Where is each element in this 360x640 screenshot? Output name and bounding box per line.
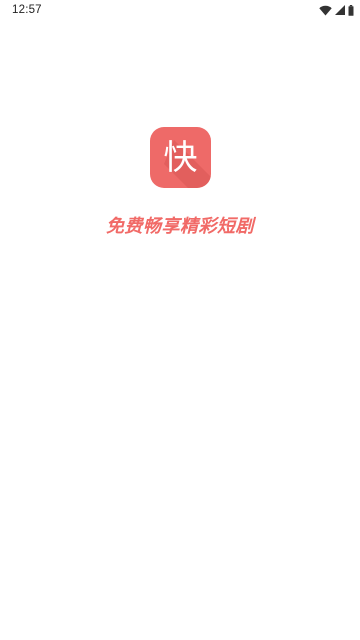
splash-tagline: 免费畅享精彩短剧 (106, 216, 254, 237)
battery-icon (348, 4, 354, 16)
splash-screen: 12:57 快 免费畅享精彩短剧 (0, 0, 360, 640)
wifi-icon (319, 5, 332, 16)
status-time: 12:57 (12, 4, 42, 16)
app-logo: 快 (150, 127, 211, 188)
signal-icon (335, 5, 345, 15)
status-icons (319, 4, 354, 16)
app-logo-glyph: 快 (163, 137, 198, 178)
status-bar: 12:57 (0, 0, 360, 20)
